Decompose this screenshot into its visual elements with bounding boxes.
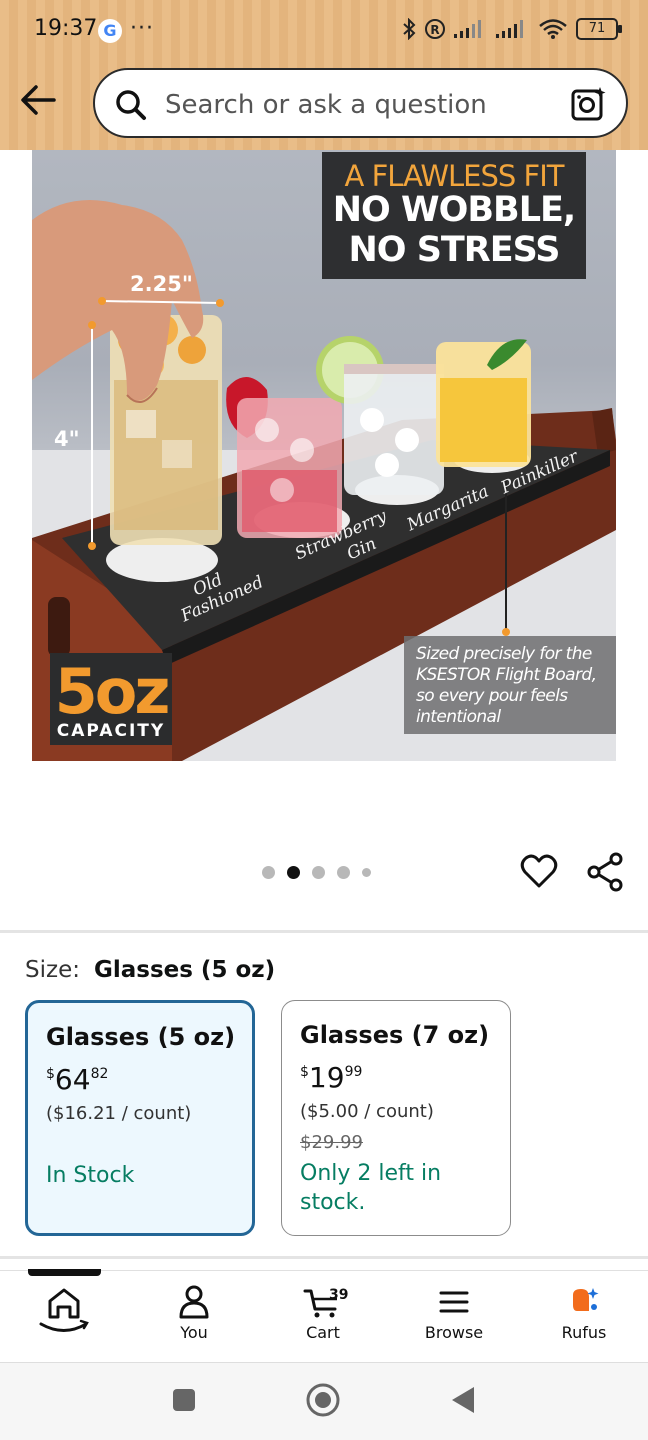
- heart-icon[interactable]: [520, 853, 558, 889]
- active-tab-indicator: [28, 1269, 101, 1276]
- back-arrow-icon: [21, 85, 56, 115]
- app-header: 19:37 G ··· R 71 Search or ask a questio…: [0, 0, 648, 150]
- price-currency: $: [300, 1064, 309, 1080]
- size-option-stock: Only 2 left in stock.: [300, 1161, 442, 1215]
- cart-count-badge: 39: [329, 1287, 349, 1303]
- status-time: 19:37: [34, 16, 98, 41]
- nav-label-browse: Browse: [424, 1323, 484, 1342]
- section-divider: [0, 1256, 648, 1259]
- nav-cart[interactable]: 39 Cart: [273, 1285, 373, 1342]
- battery-icon: 71: [576, 18, 622, 40]
- size-option-unit-price: ($16.21 / count): [46, 1103, 192, 1124]
- size-option-stock: In Stock: [46, 1163, 135, 1188]
- size-heading: Size: Glasses (5 oz): [25, 957, 275, 983]
- nav-browse[interactable]: Browse: [404, 1285, 504, 1342]
- back-button[interactable]: [18, 82, 58, 118]
- carousel-indicator[interactable]: [262, 866, 371, 879]
- price-fraction: 82: [90, 1066, 109, 1082]
- product-image[interactable]: A FLAWLESS FIT NO WOBBLE, NO STRESS 2.25…: [32, 150, 616, 761]
- carousel-dot[interactable]: [362, 868, 371, 877]
- nav-home[interactable]: [14, 1285, 114, 1337]
- dimension-height-label: 4": [54, 427, 80, 451]
- share-icon[interactable]: [586, 852, 624, 892]
- size-option-list-price: $29.99: [300, 1132, 363, 1153]
- size-option-price: $1999: [300, 1061, 362, 1094]
- menu-icon: [439, 1291, 469, 1313]
- capacity-label: CAPACITY: [56, 721, 166, 741]
- svg-text:R: R: [430, 23, 439, 37]
- size-selected-value: Glasses (5 oz): [93, 957, 276, 983]
- capacity-value: 5oz: [54, 655, 171, 728]
- search-icon: [116, 90, 146, 120]
- price-whole: 64: [54, 1063, 91, 1096]
- carousel-dot[interactable]: [337, 866, 350, 879]
- registered-icon: R: [425, 19, 445, 39]
- recents-icon[interactable]: [171, 1387, 197, 1413]
- home-system-icon[interactable]: [305, 1382, 341, 1418]
- signal-icon-2: [496, 20, 523, 38]
- image-caption-box: Sized precisely for the KSESTOR Flight B…: [404, 636, 616, 734]
- image-headline-2: NO WOBBLE,: [332, 190, 576, 230]
- size-option-unit-price: ($5.00 / count): [300, 1101, 434, 1122]
- rufus-icon: [573, 1288, 599, 1311]
- size-option-5oz[interactable]: Glasses (5 oz) $6482 ($16.21 / count) In…: [25, 1000, 255, 1236]
- signal-icon-1: [454, 20, 481, 38]
- status-icons: R 71: [402, 18, 622, 40]
- nav-label-rufus: Rufus: [561, 1323, 607, 1342]
- nav-label-cart: Cart: [306, 1323, 340, 1342]
- price-currency: $: [46, 1066, 55, 1082]
- search-input[interactable]: Search or ask a question: [93, 68, 628, 138]
- image-headline-box: A FLAWLESS FIT NO WOBBLE, NO STRESS: [322, 152, 586, 279]
- image-headline-1: A FLAWLESS FIT: [344, 159, 565, 193]
- nav-rufus[interactable]: Rufus: [534, 1285, 634, 1342]
- capacity-badge: 5oz CAPACITY: [50, 653, 172, 745]
- size-option-title: Glasses (7 oz): [300, 1021, 490, 1049]
- camera-search-icon[interactable]: [570, 85, 608, 123]
- image-caption: Sized precisely for the KSESTOR Flight B…: [416, 644, 597, 727]
- section-divider: [0, 930, 648, 933]
- size-option-title: Glasses (5 oz): [46, 1023, 236, 1051]
- home-icon: [39, 1288, 89, 1332]
- price-whole: 19: [308, 1061, 345, 1094]
- back-system-icon[interactable]: [450, 1385, 476, 1415]
- dimension-width-label: 2.25": [130, 272, 193, 296]
- price-fraction: 99: [344, 1064, 363, 1080]
- carousel-dot-active[interactable]: [287, 866, 300, 879]
- search-placeholder: Search or ask a question: [165, 90, 487, 120]
- bottom-navigation: You 39 Cart Browse Rufus: [0, 1269, 648, 1362]
- size-option-price: $6482: [46, 1063, 108, 1096]
- image-headline-3: NO STRESS: [348, 230, 560, 270]
- google-notification-icon: G: [98, 19, 122, 43]
- size-label: Size:: [25, 957, 80, 983]
- bluetooth-icon: [403, 18, 416, 40]
- system-navigation-bar: [0, 1362, 648, 1440]
- more-notifications-icon: ···: [130, 16, 154, 41]
- carousel-dot[interactable]: [262, 866, 275, 879]
- size-option-7oz[interactable]: Glasses (7 oz) $1999 ($5.00 / count) $29…: [281, 1000, 511, 1236]
- person-icon: [179, 1285, 209, 1319]
- nav-label-you: You: [180, 1323, 208, 1342]
- status-bar: 19:37 G ··· R 71: [0, 0, 648, 64]
- nav-you[interactable]: You: [144, 1285, 244, 1342]
- carousel-dot[interactable]: [312, 866, 325, 879]
- wifi-icon: [539, 19, 567, 39]
